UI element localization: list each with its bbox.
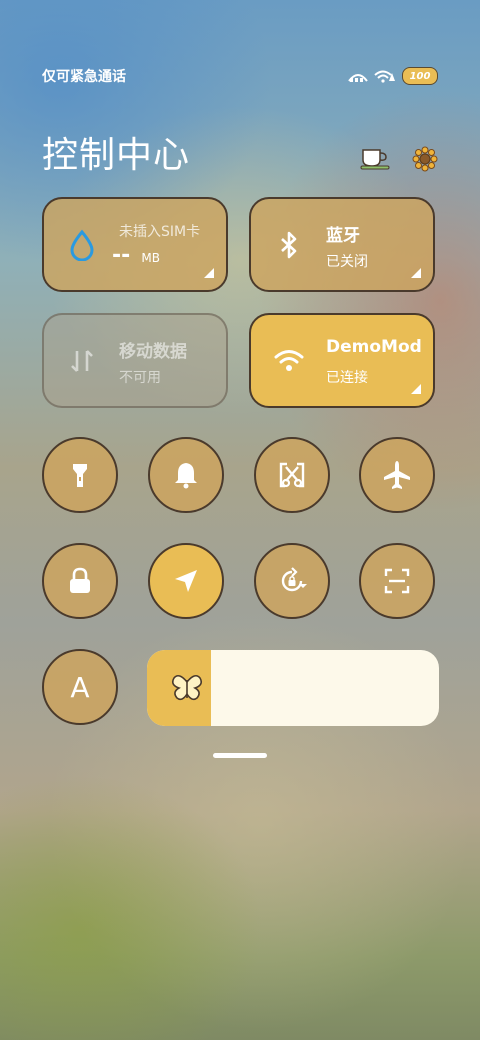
header-icons <box>360 146 438 172</box>
sunflower-icon[interactable] <box>412 146 438 172</box>
mobile-data-title: 移动数据 <box>119 342 187 362</box>
screenshot-toggle[interactable] <box>254 437 330 513</box>
airplane-icon <box>384 461 410 489</box>
lock-toggle[interactable] <box>42 543 118 619</box>
water-drop-icon <box>70 229 94 261</box>
bluetooth-icon <box>281 231 297 259</box>
signal-icon <box>348 74 368 82</box>
scan-icon <box>384 568 410 594</box>
bluetooth-status: 已关闭 <box>326 254 368 270</box>
bluetooth-tile[interactable]: 蓝牙 已关闭 <box>249 197 435 292</box>
sound-toggle[interactable] <box>148 437 224 513</box>
data-usage-unit: MB <box>141 251 160 265</box>
airplane-toggle[interactable] <box>359 437 435 513</box>
font-size-toggle[interactable]: A <box>42 649 118 725</box>
font-toggle-label: A <box>70 670 90 704</box>
expand-corner-icon <box>411 384 421 394</box>
expand-corner-icon <box>204 268 214 278</box>
wifi-tile[interactable]: DemoMod 已连接 <box>249 313 435 408</box>
butterfly-icon <box>172 674 202 701</box>
wifi-icon <box>274 350 304 371</box>
expand-corner-icon <box>411 268 421 278</box>
battery-level-text: 100 <box>409 70 431 82</box>
page-title: 控制中心 <box>42 135 191 176</box>
data-arrows-icon <box>71 350 93 372</box>
location-arrow-icon <box>175 570 197 592</box>
scissors-icon <box>279 462 305 488</box>
rotation-lock-icon <box>281 567 307 592</box>
data-usage-tile[interactable]: 未插入SIM卡 -- MB <box>42 197 228 292</box>
battery-icon: 100 <box>402 67 438 85</box>
wifi-status: 已连接 <box>326 370 368 386</box>
mobile-data-tile[interactable]: 移动数据 不可用 <box>42 313 228 408</box>
mobile-data-status: 不可用 <box>119 370 161 386</box>
status-bar: 仅可紧急通话 100 <box>42 64 438 88</box>
data-usage-value: -- <box>112 243 131 268</box>
flashlight-icon <box>73 464 87 487</box>
bell-icon <box>175 463 197 489</box>
wifi-title: DemoMod <box>326 337 422 357</box>
home-indicator[interactable] <box>213 753 267 758</box>
data-usage-title: 未插入SIM卡 <box>119 224 201 240</box>
tea-cup-icon[interactable] <box>360 146 390 170</box>
location-toggle[interactable] <box>148 543 224 619</box>
scanner-toggle[interactable] <box>359 543 435 619</box>
lock-icon <box>70 567 90 593</box>
rotation-lock-toggle[interactable] <box>254 543 330 619</box>
flashlight-toggle[interactable] <box>42 437 118 513</box>
carrier-status-text: 仅可紧急通话 <box>42 69 126 85</box>
wifi-icon <box>374 70 395 83</box>
status-icons: 100 <box>348 67 438 85</box>
bluetooth-title: 蓝牙 <box>326 226 360 246</box>
brightness-slider[interactable] <box>147 650 439 726</box>
